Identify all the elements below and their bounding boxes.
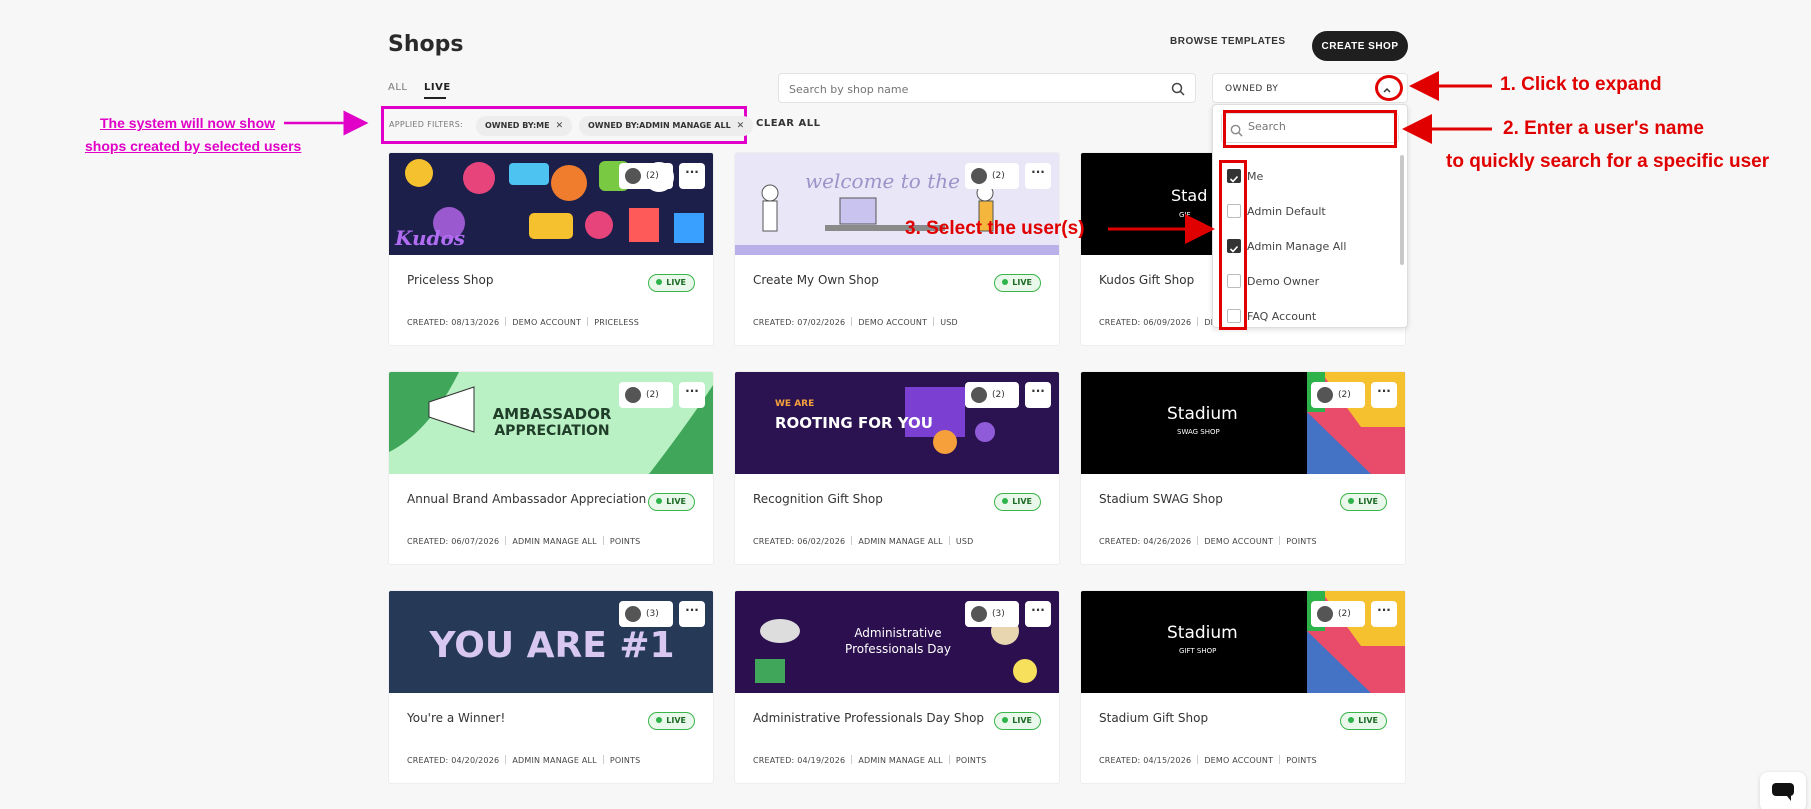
annotation-step3: 3. Select the user(s) xyxy=(905,218,1085,239)
annotation-step2: 2. Enter a user's name xyxy=(1503,118,1704,139)
annotation-note-line2: shops created by selected users xyxy=(85,138,302,154)
page: Shops BROWSE TEMPLATES CREATE SHOP ALL L… xyxy=(0,0,1811,809)
chat-icon xyxy=(1771,782,1795,806)
annotation-step1: 1. Click to expand xyxy=(1500,74,1662,95)
annotation-note-line1: The system will now show xyxy=(100,115,276,131)
annotation-step2b: to quickly search for a specific user xyxy=(1446,151,1770,172)
chat-button[interactable] xyxy=(1760,772,1806,809)
